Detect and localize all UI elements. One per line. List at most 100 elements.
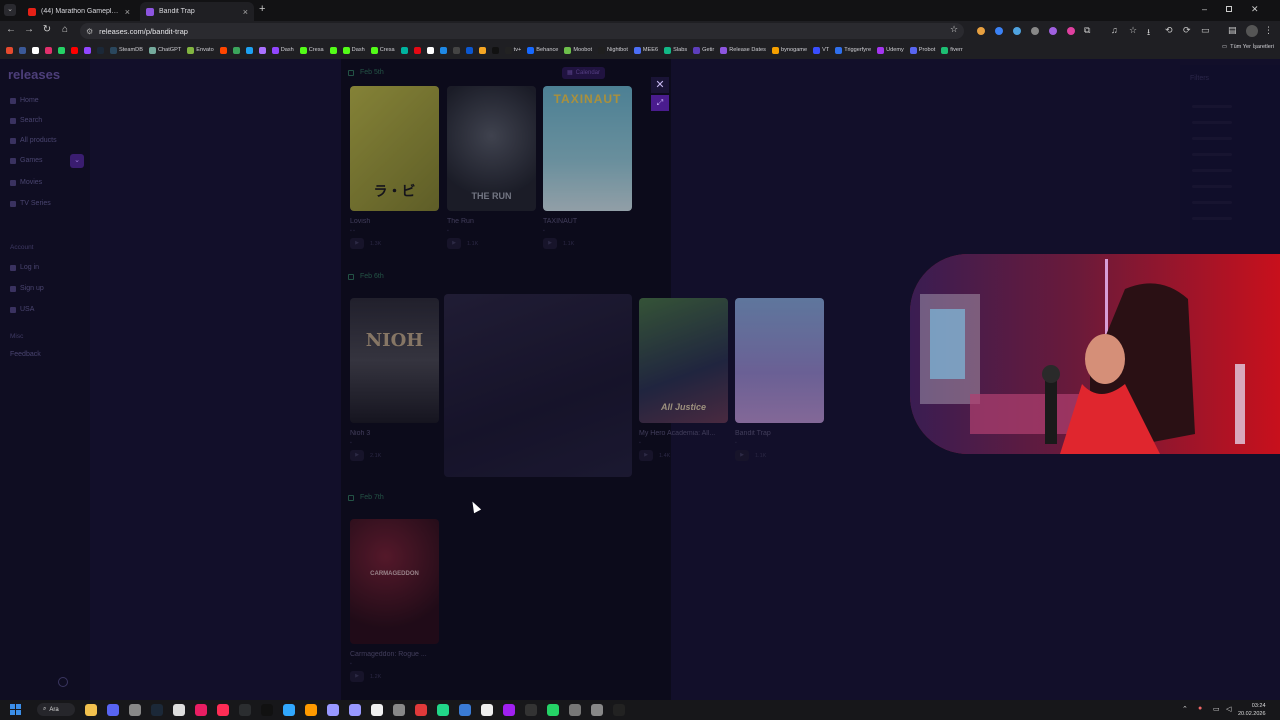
windows-start-icon[interactable]: [10, 704, 21, 715]
bookmark-item[interactable]: Dash: [271, 46, 294, 54]
extension-icon[interactable]: [1049, 27, 1057, 35]
bookmark-item[interactable]: [329, 46, 337, 54]
minimize-icon[interactable]: –: [1202, 4, 1207, 14]
taskbar-app-icon[interactable]: [239, 704, 251, 716]
home-icon[interactable]: ⌂: [58, 24, 72, 35]
taskbar-app-icon[interactable]: [393, 704, 405, 716]
taskbar-app-icon[interactable]: [129, 704, 141, 716]
site-logo[interactable]: releases: [8, 67, 60, 82]
reload-icon[interactable]: ↻: [40, 24, 54, 35]
microphone-icon[interactable]: ●: [1198, 705, 1202, 712]
bookmark-item[interactable]: [45, 46, 52, 54]
bookmark-item[interactable]: [97, 46, 104, 54]
taskbar-app-icon[interactable]: [327, 704, 339, 716]
taskbar-app-icon[interactable]: [525, 704, 537, 716]
bookmark-item[interactable]: [478, 46, 486, 54]
bookmark-item[interactable]: Getir: [693, 46, 714, 54]
bookmark-item[interactable]: Nightbot: [598, 46, 628, 54]
extensions-puzzle-icon[interactable]: ⧉: [1084, 25, 1090, 36]
bookmark-item[interactable]: [58, 46, 65, 54]
taskbar-search[interactable]: ⌕ Ara: [37, 703, 75, 716]
extension-icon[interactable]: [1013, 27, 1021, 35]
taskbar-app-icon[interactable]: [371, 704, 383, 716]
taskbar-app-icon[interactable]: [613, 704, 625, 716]
sidebar-item-tv-series[interactable]: TV Series: [10, 200, 51, 207]
sidebar-item-search[interactable]: Search: [10, 117, 42, 124]
taskbar-app-icon[interactable]: [85, 704, 97, 716]
taskbar-app-icon[interactable]: [173, 704, 185, 716]
tray-overflow-icon[interactable]: ⌃: [1182, 705, 1188, 713]
sidebar-item-region[interactable]: USA: [10, 306, 34, 313]
window-close-icon[interactable]: ✕: [1251, 4, 1259, 15]
menu-dots-icon[interactable]: ⋮: [1264, 25, 1273, 36]
bookmark-item[interactable]: SteamDB: [110, 46, 143, 54]
bookmark-item[interactable]: Envato: [187, 46, 214, 54]
bookmark-item[interactable]: MEE6: [633, 46, 658, 54]
address-bar[interactable]: ⚙ releases.com/p/bandit-trap: [80, 23, 964, 39]
taskbar-app-icon[interactable]: [547, 704, 559, 716]
close-icon[interactable]: ✕: [651, 77, 669, 93]
bookmark-item[interactable]: Slabs: [664, 46, 687, 54]
bookmark-item[interactable]: VT: [813, 46, 829, 54]
maximize-icon[interactable]: [1226, 6, 1232, 12]
media-icon[interactable]: ♫: [1111, 25, 1118, 35]
close-icon[interactable]: ×: [125, 7, 130, 17]
taskbar-app-icon[interactable]: [349, 704, 361, 716]
settings-gear-icon[interactable]: [58, 677, 68, 687]
history-icon[interactable]: ⟲: [1165, 25, 1173, 36]
bookmark-item[interactable]: [439, 46, 447, 54]
taskbar-app-icon[interactable]: [569, 704, 581, 716]
taskbar-app-icon[interactable]: [107, 704, 119, 716]
bookmark-item[interactable]: [413, 46, 421, 54]
extension-icon[interactable]: [977, 27, 985, 35]
taskbar-app-icon[interactable]: [459, 704, 471, 716]
bookmark-item[interactable]: ChatGPT: [148, 46, 181, 54]
bookmark-item[interactable]: bynogame: [771, 46, 807, 54]
profile-avatar[interactable]: [1246, 25, 1258, 37]
new-tab-button[interactable]: +: [259, 3, 265, 15]
bookmark-item[interactable]: [245, 46, 253, 54]
bookmark-item[interactable]: Moobot: [564, 46, 592, 54]
taskbar-app-icon[interactable]: [283, 704, 295, 716]
bookmark-item[interactable]: [426, 46, 434, 54]
taskbar-app-icon[interactable]: [217, 704, 229, 716]
network-icon[interactable]: ▭: [1213, 705, 1220, 713]
bookmarks-icon[interactable]: ☆: [1129, 25, 1137, 36]
taskbar-app-icon[interactable]: [415, 704, 427, 716]
extension-icon[interactable]: [1031, 27, 1039, 35]
sidebar-item-movies[interactable]: Movies: [10, 179, 42, 186]
expand-icon[interactable]: ⤢: [651, 95, 669, 111]
sidebar-item-all-products[interactable]: All products: [10, 137, 57, 144]
taskbar-app-icon[interactable]: [437, 704, 449, 716]
taskbar-app-icon[interactable]: [305, 704, 317, 716]
bookmark-item[interactable]: Cresa: [299, 46, 324, 54]
taskbar-app-icon[interactable]: [503, 704, 515, 716]
bookmark-star-icon[interactable]: ☆: [950, 24, 958, 35]
tab-marathon[interactable]: (44) Marathon Gameplay and I ×: [22, 2, 136, 21]
bookmark-item[interactable]: Cresa: [370, 46, 395, 54]
bookmark-item[interactable]: Udemy: [877, 46, 904, 54]
bookmark-item[interactable]: [84, 46, 91, 54]
download-icon[interactable]: ⭳: [1147, 25, 1150, 41]
bookmark-item[interactable]: Dash: [342, 46, 365, 54]
tab-search-button[interactable]: ⌄: [4, 4, 16, 16]
bookmark-item[interactable]: Probot: [909, 46, 935, 54]
bookmark-item[interactable]: [491, 46, 499, 54]
tab-bandit-trap[interactable]: Bandit Trap ×: [140, 2, 254, 21]
sidepanel-icon[interactable]: ▤: [1228, 25, 1237, 36]
extension-icon[interactable]: [1067, 27, 1075, 35]
sync-icon[interactable]: ⟳: [1183, 25, 1191, 36]
sidebar-item-signup[interactable]: Sign up: [10, 285, 44, 292]
volume-icon[interactable]: ◁: [1226, 705, 1231, 713]
bookmark-item[interactable]: Release Dates: [720, 46, 766, 54]
bookmark-item[interactable]: [19, 46, 26, 54]
taskbar-app-icon[interactable]: [261, 704, 273, 716]
taskbar-app-icon[interactable]: [195, 704, 207, 716]
forward-icon[interactable]: →: [22, 24, 36, 35]
sidebar-item-login[interactable]: Log in: [10, 264, 39, 271]
bookmark-item[interactable]: [232, 46, 240, 54]
bookmark-item[interactable]: [452, 46, 460, 54]
bookmark-item[interactable]: Behance: [527, 46, 558, 54]
bookmark-item[interactable]: [71, 46, 78, 54]
taskbar-app-icon[interactable]: [591, 704, 603, 716]
